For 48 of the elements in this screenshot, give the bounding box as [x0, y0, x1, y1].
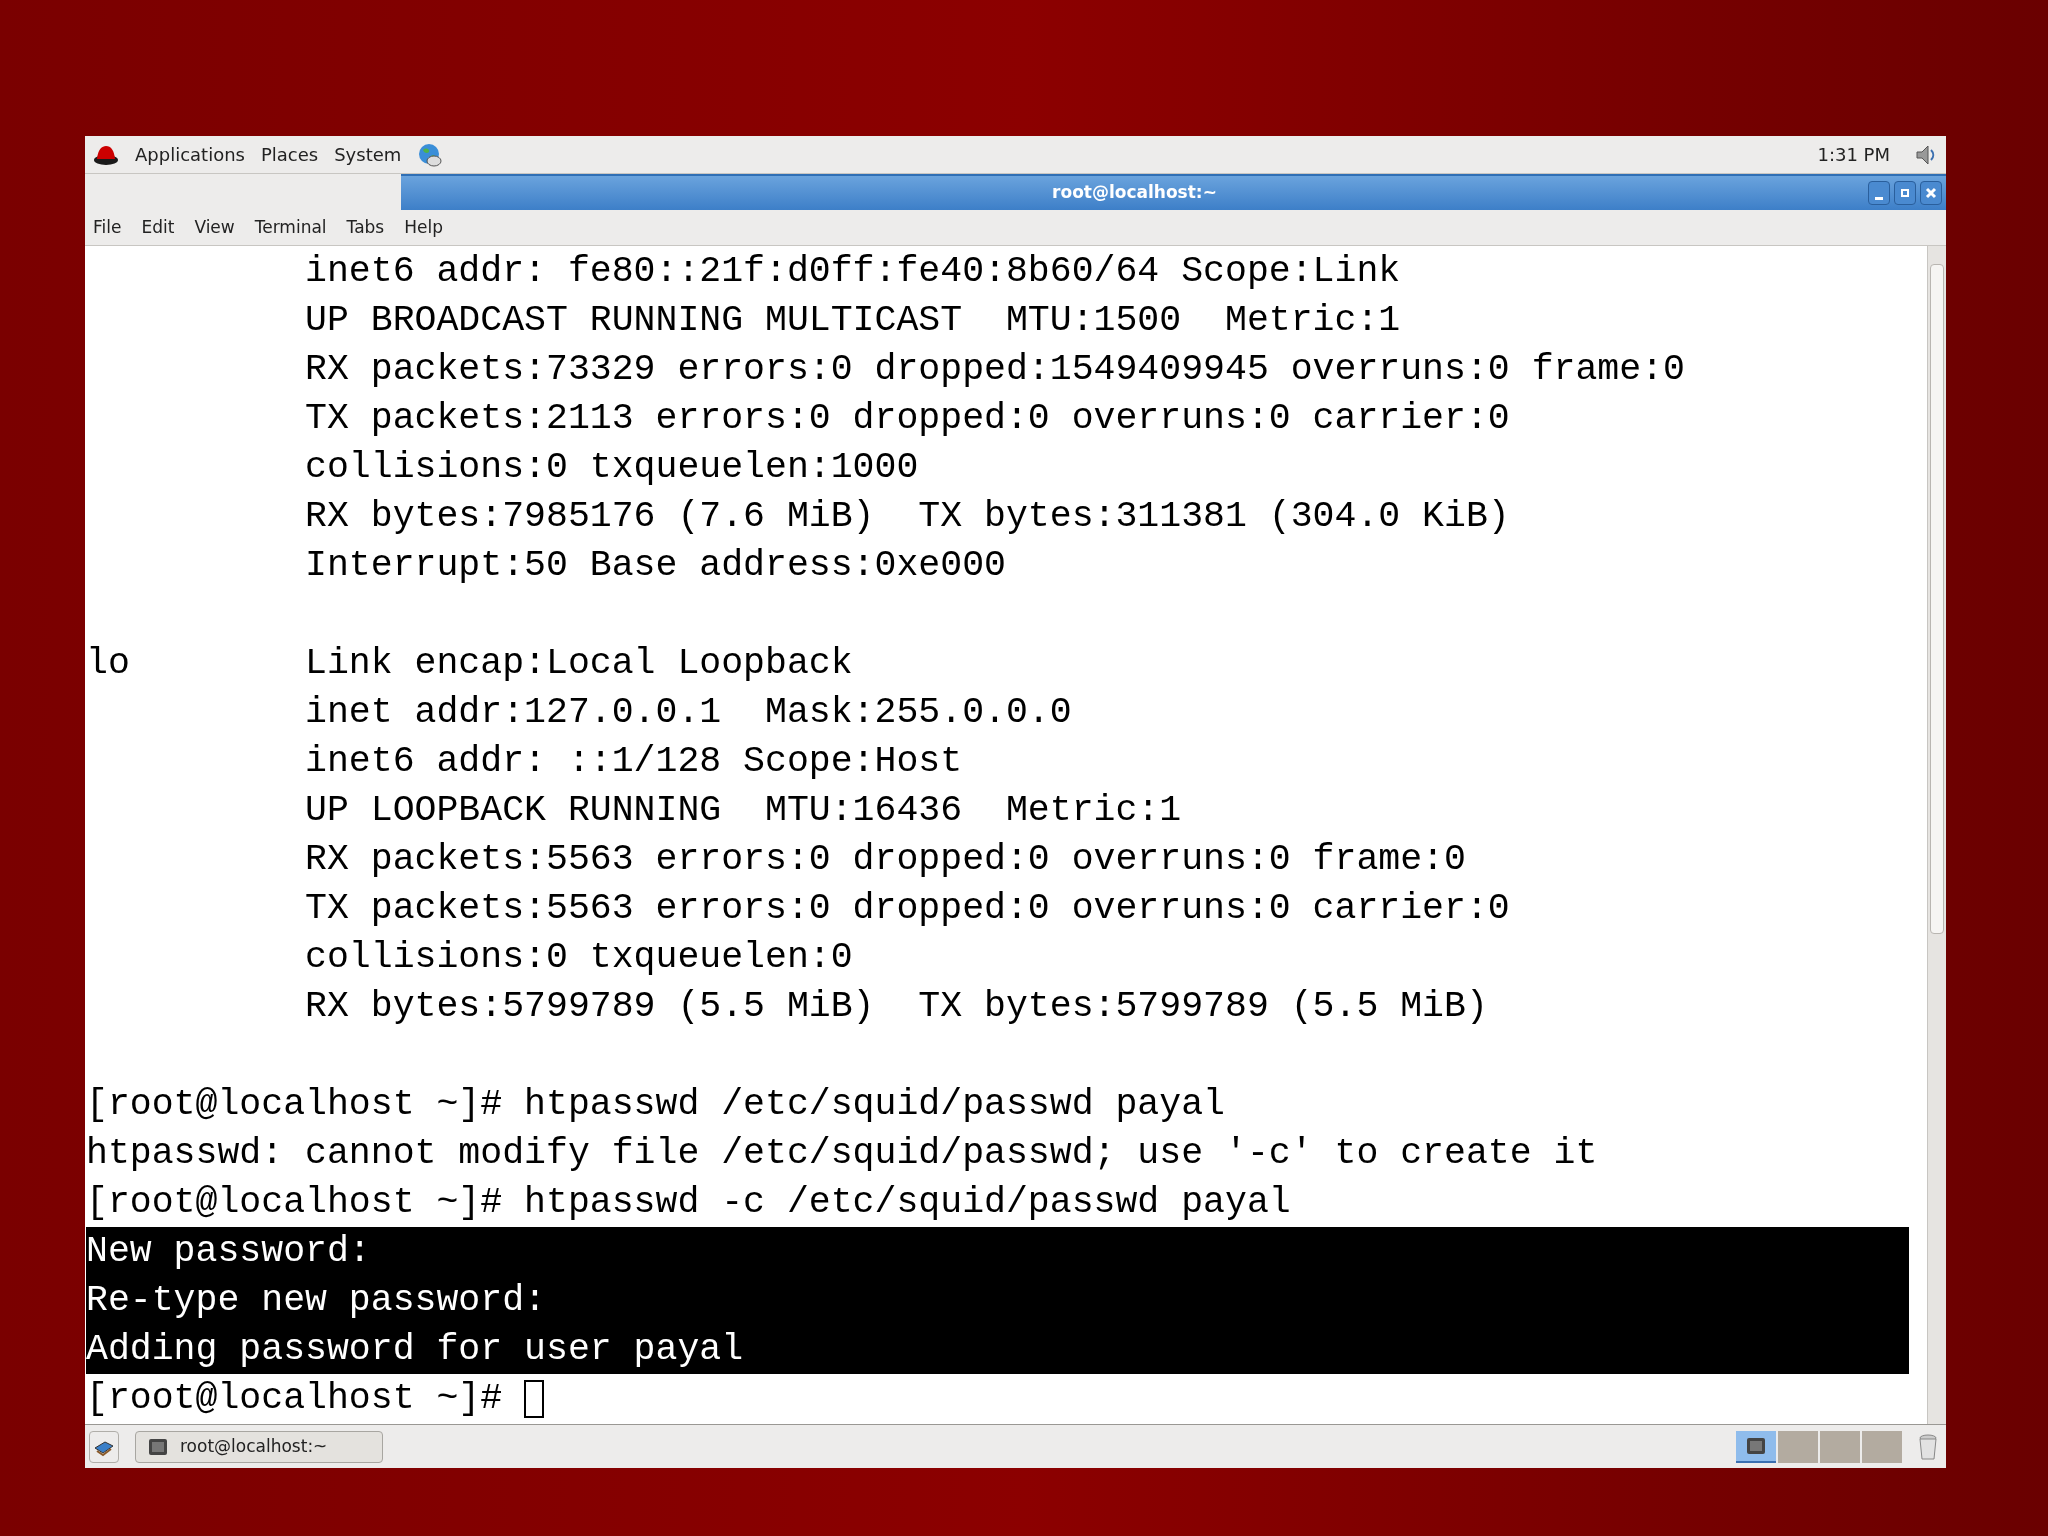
terminal-line: RX bytes:7985176 (7.6 MiB) TX bytes:311381 (304.0 KiB): [304, 496, 1510, 537]
menu-item[interactable]: File: [93, 214, 122, 241]
close-button[interactable]: [1920, 181, 1942, 205]
terminal-line: inet addr:127.0.0.1 Mask:255.0.0.0: [304, 692, 1072, 733]
terminal-line: collisions:0 txqueuelen:1000: [304, 447, 919, 488]
task-button[interactable]: root@localhost:~: [135, 1430, 383, 1463]
trash-icon[interactable]: [1918, 1432, 1938, 1461]
terminal-line: inet6 addr: fe80::21f:d0ff:fe40:8b60/64 Scope:Link: [304, 251, 1401, 292]
clock[interactable]: 1:31 PM: [1817, 141, 1890, 168]
maximize-icon: [1898, 186, 1912, 200]
workspace-button[interactable]: [1736, 1430, 1776, 1463]
terminal-icon: [148, 1437, 168, 1456]
window-icon: [1746, 1436, 1766, 1455]
terminal-line: inet6 addr: ::1/128 Scope:Host: [304, 741, 963, 782]
terminal-line: Interrupt:50 Base address:0xe000: [304, 545, 1006, 586]
globe-icon[interactable]: [417, 141, 444, 168]
menu-item[interactable]: View: [194, 214, 235, 241]
terminal-line: TX packets:5563 errors:0 dropped:0 overruns:0 carrier:0: [304, 888, 1510, 929]
terminal-line: RX packets:73329 errors:0 dropped:1549409945 overruns:0 frame:0: [304, 349, 1685, 390]
scrollbar[interactable]: [1927, 246, 1946, 1424]
maximize-button[interactable]: [1894, 181, 1916, 205]
terminal-line: collisions:0 txqueuelen:0: [304, 937, 853, 978]
panel-menu[interactable]: Applications: [135, 141, 245, 168]
terminal-line: UP BROADCAST RUNNING MULTICAST MTU:1500 Metric:1: [304, 300, 1401, 341]
minimize-icon: [1875, 196, 1883, 200]
terminal-line: [root@localhost ~]# htpasswd /etc/squid/passwd payal: [86, 1084, 1225, 1125]
terminal-line: TX packets:2113 errors:0 dropped:0 overruns:0 carrier:0: [304, 398, 1510, 439]
terminal-line: [root@localhost ~]# htpasswd -c /etc/squid/passwd payal: [86, 1182, 1291, 1223]
menu-item[interactable]: Tabs: [346, 214, 385, 241]
show-desktop-button[interactable]: [89, 1430, 119, 1463]
terminal-line: htpasswd: cannot modify file /etc/squid/passwd; use '-c' to create it: [86, 1133, 1598, 1174]
window-title: root@localhost:~: [1051, 181, 1218, 205]
terminal-line: New password:: [86, 1231, 371, 1272]
terminal-line: Re-type new password:: [86, 1280, 546, 1321]
text-cursor: [524, 1379, 545, 1418]
menu-item[interactable]: Help: [404, 214, 443, 241]
terminal-line: RX packets:5563 errors:0 dropped:0 overruns:0 frame:0: [304, 839, 1466, 880]
minimize-button[interactable]: [1868, 181, 1890, 205]
panel-menu[interactable]: System: [334, 141, 402, 168]
terminal-line: lo Link encap:Local Loopback: [86, 643, 853, 684]
close-icon: [1924, 186, 1938, 200]
menu-item[interactable]: Edit: [141, 214, 175, 241]
terminal-line: UP LOOPBACK RUNNING MTU:16436 Metric:1: [304, 790, 1182, 831]
terminal-line: Adding password for user payal: [86, 1329, 744, 1370]
terminal-line: RX bytes:5799789 (5.5 MiB) TX bytes:5799789 (5.5 MiB): [304, 986, 1488, 1027]
shell-prompt: [root@localhost ~]#: [86, 1377, 503, 1421]
panel-menu[interactable]: Places: [260, 141, 319, 168]
menu-item[interactable]: Terminal: [254, 214, 327, 241]
